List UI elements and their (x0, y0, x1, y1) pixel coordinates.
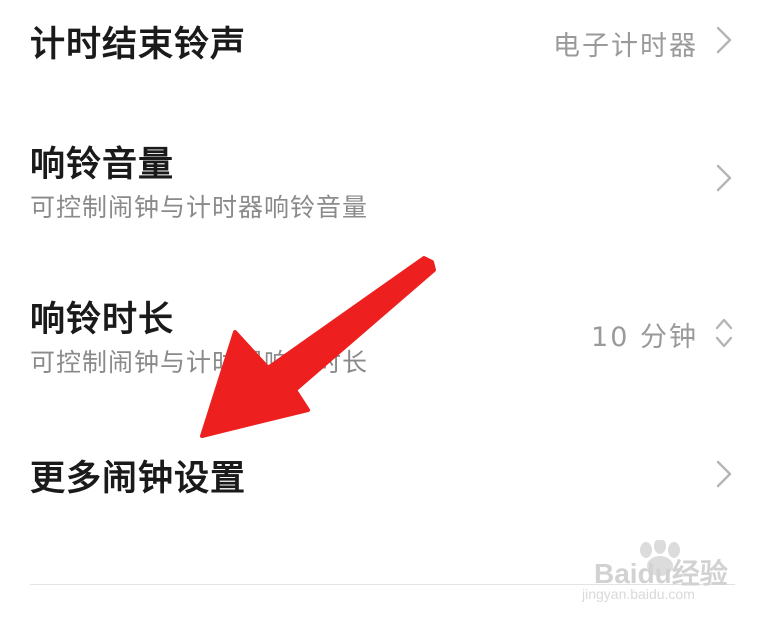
setting-subtitle: 可控制闹钟与计时器响铃时长 (30, 348, 369, 377)
setting-row-timer-ringtone[interactable]: 计时结束铃声 电子计时器 (0, 0, 764, 110)
setting-title: 更多闹钟设置 (30, 459, 247, 499)
baidu-jingyan-watermark: Baidu经验 jingyan.baidu.com (576, 540, 728, 610)
setting-title: 响铃音量 (30, 145, 175, 185)
chevron-right-icon (716, 164, 732, 192)
chevron-up-down-icon (715, 318, 733, 348)
setting-row-ring-duration[interactable]: 响铃时长 可控制闹钟与计时器响铃时长 10 分钟 (0, 275, 764, 400)
chevron-right-icon (716, 26, 732, 54)
settings-list: 计时结束铃声 电子计时器 响铃音量 可控制闹钟与计时器响铃音量 响铃时长 可控制… (0, 0, 764, 620)
setting-value: 电子计时器 (553, 31, 698, 62)
setting-row-ring-volume[interactable]: 响铃音量 可控制闹钟与计时器响铃音量 (0, 120, 764, 245)
watermark-url: jingyan.baidu.com (582, 586, 695, 602)
setting-value: 10 分钟 (591, 322, 698, 353)
setting-row-more-alarm-settings[interactable]: 更多闹钟设置 (0, 430, 764, 540)
setting-title: 计时结束铃声 (30, 25, 247, 65)
chevron-right-icon (716, 460, 732, 488)
setting-title: 响铃时长 (30, 300, 175, 340)
setting-subtitle: 可控制闹钟与计时器响铃音量 (30, 193, 369, 222)
